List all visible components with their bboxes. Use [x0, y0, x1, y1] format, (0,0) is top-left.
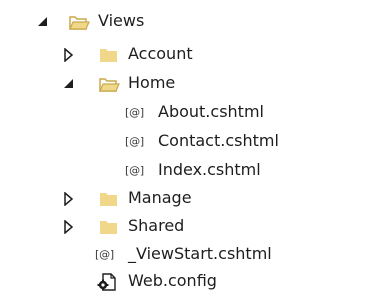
- tree-item-label: Manage: [128, 188, 192, 207]
- tree-item-index[interactable]: [@] Index.cshtml: [0, 157, 382, 185]
- tree-item-shared[interactable]: Shared: [0, 213, 382, 241]
- collapsed-arrow-icon[interactable]: [62, 48, 76, 62]
- tree-item-label: Views: [98, 11, 145, 30]
- tree-item-home[interactable]: Home: [0, 70, 382, 98]
- tree-item-views[interactable]: Views: [0, 8, 382, 36]
- folder-open-icon: [69, 16, 90, 30]
- tree-item-account[interactable]: Account: [0, 41, 382, 69]
- tree-item-label: Account: [128, 44, 193, 63]
- tree-item-contact[interactable]: [@] Contact.cshtml: [0, 128, 382, 156]
- expanded-arrow-icon[interactable]: [62, 77, 76, 91]
- razor-file-icon: [@]: [125, 106, 144, 119]
- collapsed-arrow-icon[interactable]: [62, 220, 76, 234]
- tree-item-webconfig[interactable]: Web.config: [0, 268, 382, 296]
- razor-file-icon: [@]: [95, 248, 114, 261]
- tree-item-label: Index.cshtml: [158, 160, 261, 179]
- tree-item-label: Home: [128, 73, 176, 92]
- folder-open-icon: [99, 78, 120, 92]
- tree-item-label: Shared: [128, 216, 185, 235]
- tree-item-about[interactable]: [@] About.cshtml: [0, 99, 382, 127]
- config-file-icon: [97, 273, 116, 291]
- tree-item-label: About.cshtml: [158, 102, 264, 121]
- collapsed-arrow-icon[interactable]: [62, 192, 76, 206]
- tree-item-label: Contact.cshtml: [158, 131, 279, 150]
- tree-item-manage[interactable]: Manage: [0, 185, 382, 213]
- folder-icon: [100, 193, 117, 206]
- folder-icon: [100, 221, 117, 234]
- razor-file-icon: [@]: [125, 164, 144, 177]
- folder-icon: [100, 49, 117, 62]
- tree-item-label: Web.config: [128, 271, 217, 290]
- tree-item-viewstart[interactable]: [@] _ViewStart.cshtml: [0, 241, 382, 269]
- tree-item-label: _ViewStart.cshtml: [128, 244, 272, 263]
- expanded-arrow-icon[interactable]: [36, 15, 50, 29]
- razor-file-icon: [@]: [125, 135, 144, 148]
- solution-explorer-tree: Views Account Home [@] About.cshtml [@] …: [0, 0, 382, 295]
